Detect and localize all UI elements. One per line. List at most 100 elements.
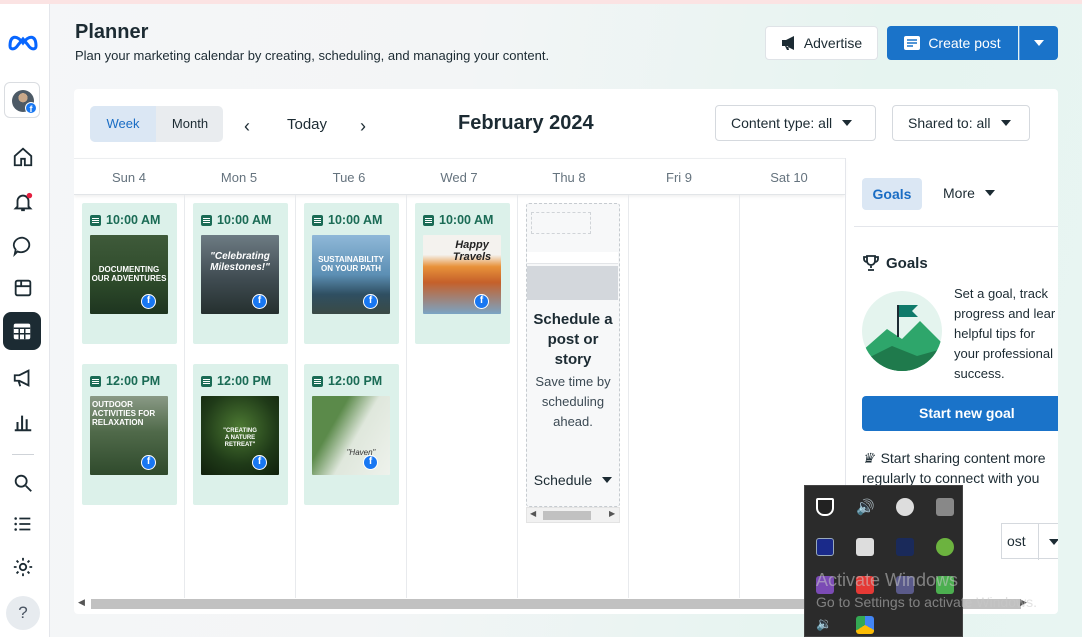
content-icon[interactable]	[10, 275, 36, 301]
next-week-icon[interactable]: ›	[360, 116, 366, 137]
planner-icon[interactable]	[3, 312, 41, 350]
chevron-down-icon	[1049, 539, 1058, 545]
volume-icon[interactable]: 🔉	[816, 616, 834, 634]
post-icon	[312, 214, 323, 226]
scheduled-post-card[interactable]: 10:00 AM Happy Travels f	[415, 203, 510, 344]
left-navigation-rail: f ?	[0, 4, 50, 637]
day-header: Sun 4	[112, 170, 146, 185]
scheduled-post-card[interactable]: 10:00 AM SUSTAINABILITY ON YOUR PATH f	[304, 203, 399, 344]
post-time: 12:00 PM	[328, 374, 383, 388]
post-thumbnail: "Haven"	[312, 396, 390, 475]
shared-to-filter[interactable]: Shared to: all	[892, 105, 1030, 141]
avatar[interactable]: f	[4, 82, 40, 118]
scheduled-post-card[interactable]: 10:00 AM DOCUMENTING OUR ADVENTURES f	[82, 203, 177, 344]
column-divider	[739, 195, 740, 598]
clock-icon[interactable]	[896, 498, 914, 516]
goals-description: Set a goal, track progress and lear help…	[954, 286, 1056, 381]
day-header: Fri 9	[666, 170, 692, 185]
monitor-icon[interactable]	[856, 538, 874, 556]
network-adapter-icon[interactable]	[816, 538, 834, 556]
post-icon	[201, 214, 212, 226]
post-time: 12:00 PM	[217, 374, 272, 388]
day-header: Thu 8	[552, 170, 586, 185]
post-icon	[312, 375, 323, 387]
content-type-filter[interactable]: Content type: all	[715, 105, 876, 141]
post-time: 10:00 AM	[328, 213, 383, 227]
start-new-goal-button[interactable]: Start new goal	[862, 396, 1058, 431]
scheduled-post-card[interactable]: 12:00 PM OUTDOOR ACTIVITIES FOR RELAXATI…	[82, 364, 177, 505]
scheduled-post-card[interactable]: 12:00 PM "Haven" f	[304, 364, 399, 505]
facebook-icon: f	[363, 455, 378, 470]
post-icon	[90, 375, 101, 387]
shared-to-label: Shared to: all	[908, 115, 991, 131]
scheduled-post-card[interactable]: 12:00 PM "CREATING A NATURE RETREAT" f	[193, 364, 288, 505]
facebook-icon: f	[474, 294, 489, 309]
tab-month[interactable]: Month	[157, 106, 223, 142]
chevron-down-icon	[984, 190, 995, 196]
display-icon[interactable]	[896, 538, 914, 556]
messages-icon[interactable]	[10, 233, 36, 259]
post-thumbnail: Happy Travels	[423, 235, 501, 314]
advertise-button[interactable]: Advertise	[765, 26, 878, 60]
speaker-icon[interactable]: 🔊	[856, 498, 875, 516]
day-header: Tue 6	[332, 170, 366, 185]
post-time: 12:00 PM	[106, 374, 161, 388]
crown-icon: ♛	[862, 450, 875, 466]
all-tools-icon[interactable]	[10, 511, 36, 537]
nvidia-icon[interactable]	[936, 538, 954, 556]
help-icon[interactable]: ?	[6, 596, 40, 630]
column-divider	[184, 195, 185, 598]
post-icon	[90, 214, 101, 226]
day-header: Wed 7	[440, 170, 478, 185]
post-time: 10:00 AM	[439, 213, 494, 227]
system-tray-overflow-popup: 🔊 🔉	[804, 485, 963, 637]
facebook-icon: f	[141, 294, 156, 309]
create-post-dropdown-button[interactable]	[1019, 26, 1058, 60]
scroll-left-icon[interactable]: ◀	[78, 597, 85, 608]
rail-divider	[12, 454, 34, 455]
post-thumbnail: "Celebrating Milestones!"	[201, 235, 279, 314]
chevron-down-icon	[842, 120, 853, 126]
google-drive-icon[interactable]	[856, 616, 874, 634]
post-thumbnail: SUSTAINABILITY ON YOUR PATH	[312, 235, 390, 314]
content-type-label: Content type: all	[731, 115, 833, 131]
trophy-icon	[863, 255, 879, 271]
schedule-placeholder-card[interactable]: Schedule a post or story Save time by sc…	[526, 203, 620, 507]
day-header: Mon 5	[220, 170, 258, 185]
create-post-button[interactable]: Create post	[887, 26, 1018, 60]
post-icon	[201, 375, 212, 387]
ads-icon[interactable]	[10, 365, 36, 391]
settings-icon[interactable]	[10, 554, 36, 580]
schedule-button[interactable]: Schedule	[526, 467, 620, 493]
goals-illustration	[862, 291, 942, 371]
scheduled-post-card[interactable]: 10:00 AM "Celebrating Milestones!" f	[193, 203, 288, 344]
notifications-icon[interactable]	[10, 189, 36, 215]
previous-week-icon[interactable]: ‹	[244, 116, 250, 137]
card-horizontal-scrollbar[interactable]: ◀ ▶	[526, 507, 620, 523]
create-post-partial-button[interactable]: ost	[1001, 523, 1058, 560]
tab-week[interactable]: Week	[90, 106, 156, 142]
column-divider	[406, 195, 407, 598]
today-button[interactable]: Today	[287, 116, 327, 133]
meta-logo-icon[interactable]	[6, 28, 40, 54]
sharing-goal-text: ♛ Start sharing content more regularly to…	[862, 450, 1046, 486]
activation-watermark-title: Activate Windows	[816, 570, 959, 590]
create-post-label: Create post	[928, 35, 1001, 51]
column-divider	[295, 195, 296, 598]
goals-heading: Goals	[862, 254, 928, 272]
more-label: More	[943, 185, 975, 201]
network-icon[interactable]	[936, 498, 954, 516]
scroll-left-icon[interactable]: ◀	[530, 509, 536, 518]
search-icon[interactable]	[10, 470, 36, 496]
schedule-title: Schedule a post or story	[533, 311, 613, 368]
insights-icon[interactable]	[10, 409, 36, 435]
chevron-down-icon	[602, 477, 613, 483]
home-icon[interactable]	[10, 144, 36, 170]
tab-more[interactable]: More	[943, 185, 995, 201]
facebook-icon: f	[252, 294, 267, 309]
chevron-down-icon	[1000, 120, 1011, 126]
scroll-right-icon[interactable]: ▶	[609, 509, 615, 518]
current-period-title: February 2024	[458, 112, 594, 134]
tab-goals[interactable]: Goals	[862, 178, 922, 210]
security-shield-icon[interactable]	[816, 498, 834, 516]
